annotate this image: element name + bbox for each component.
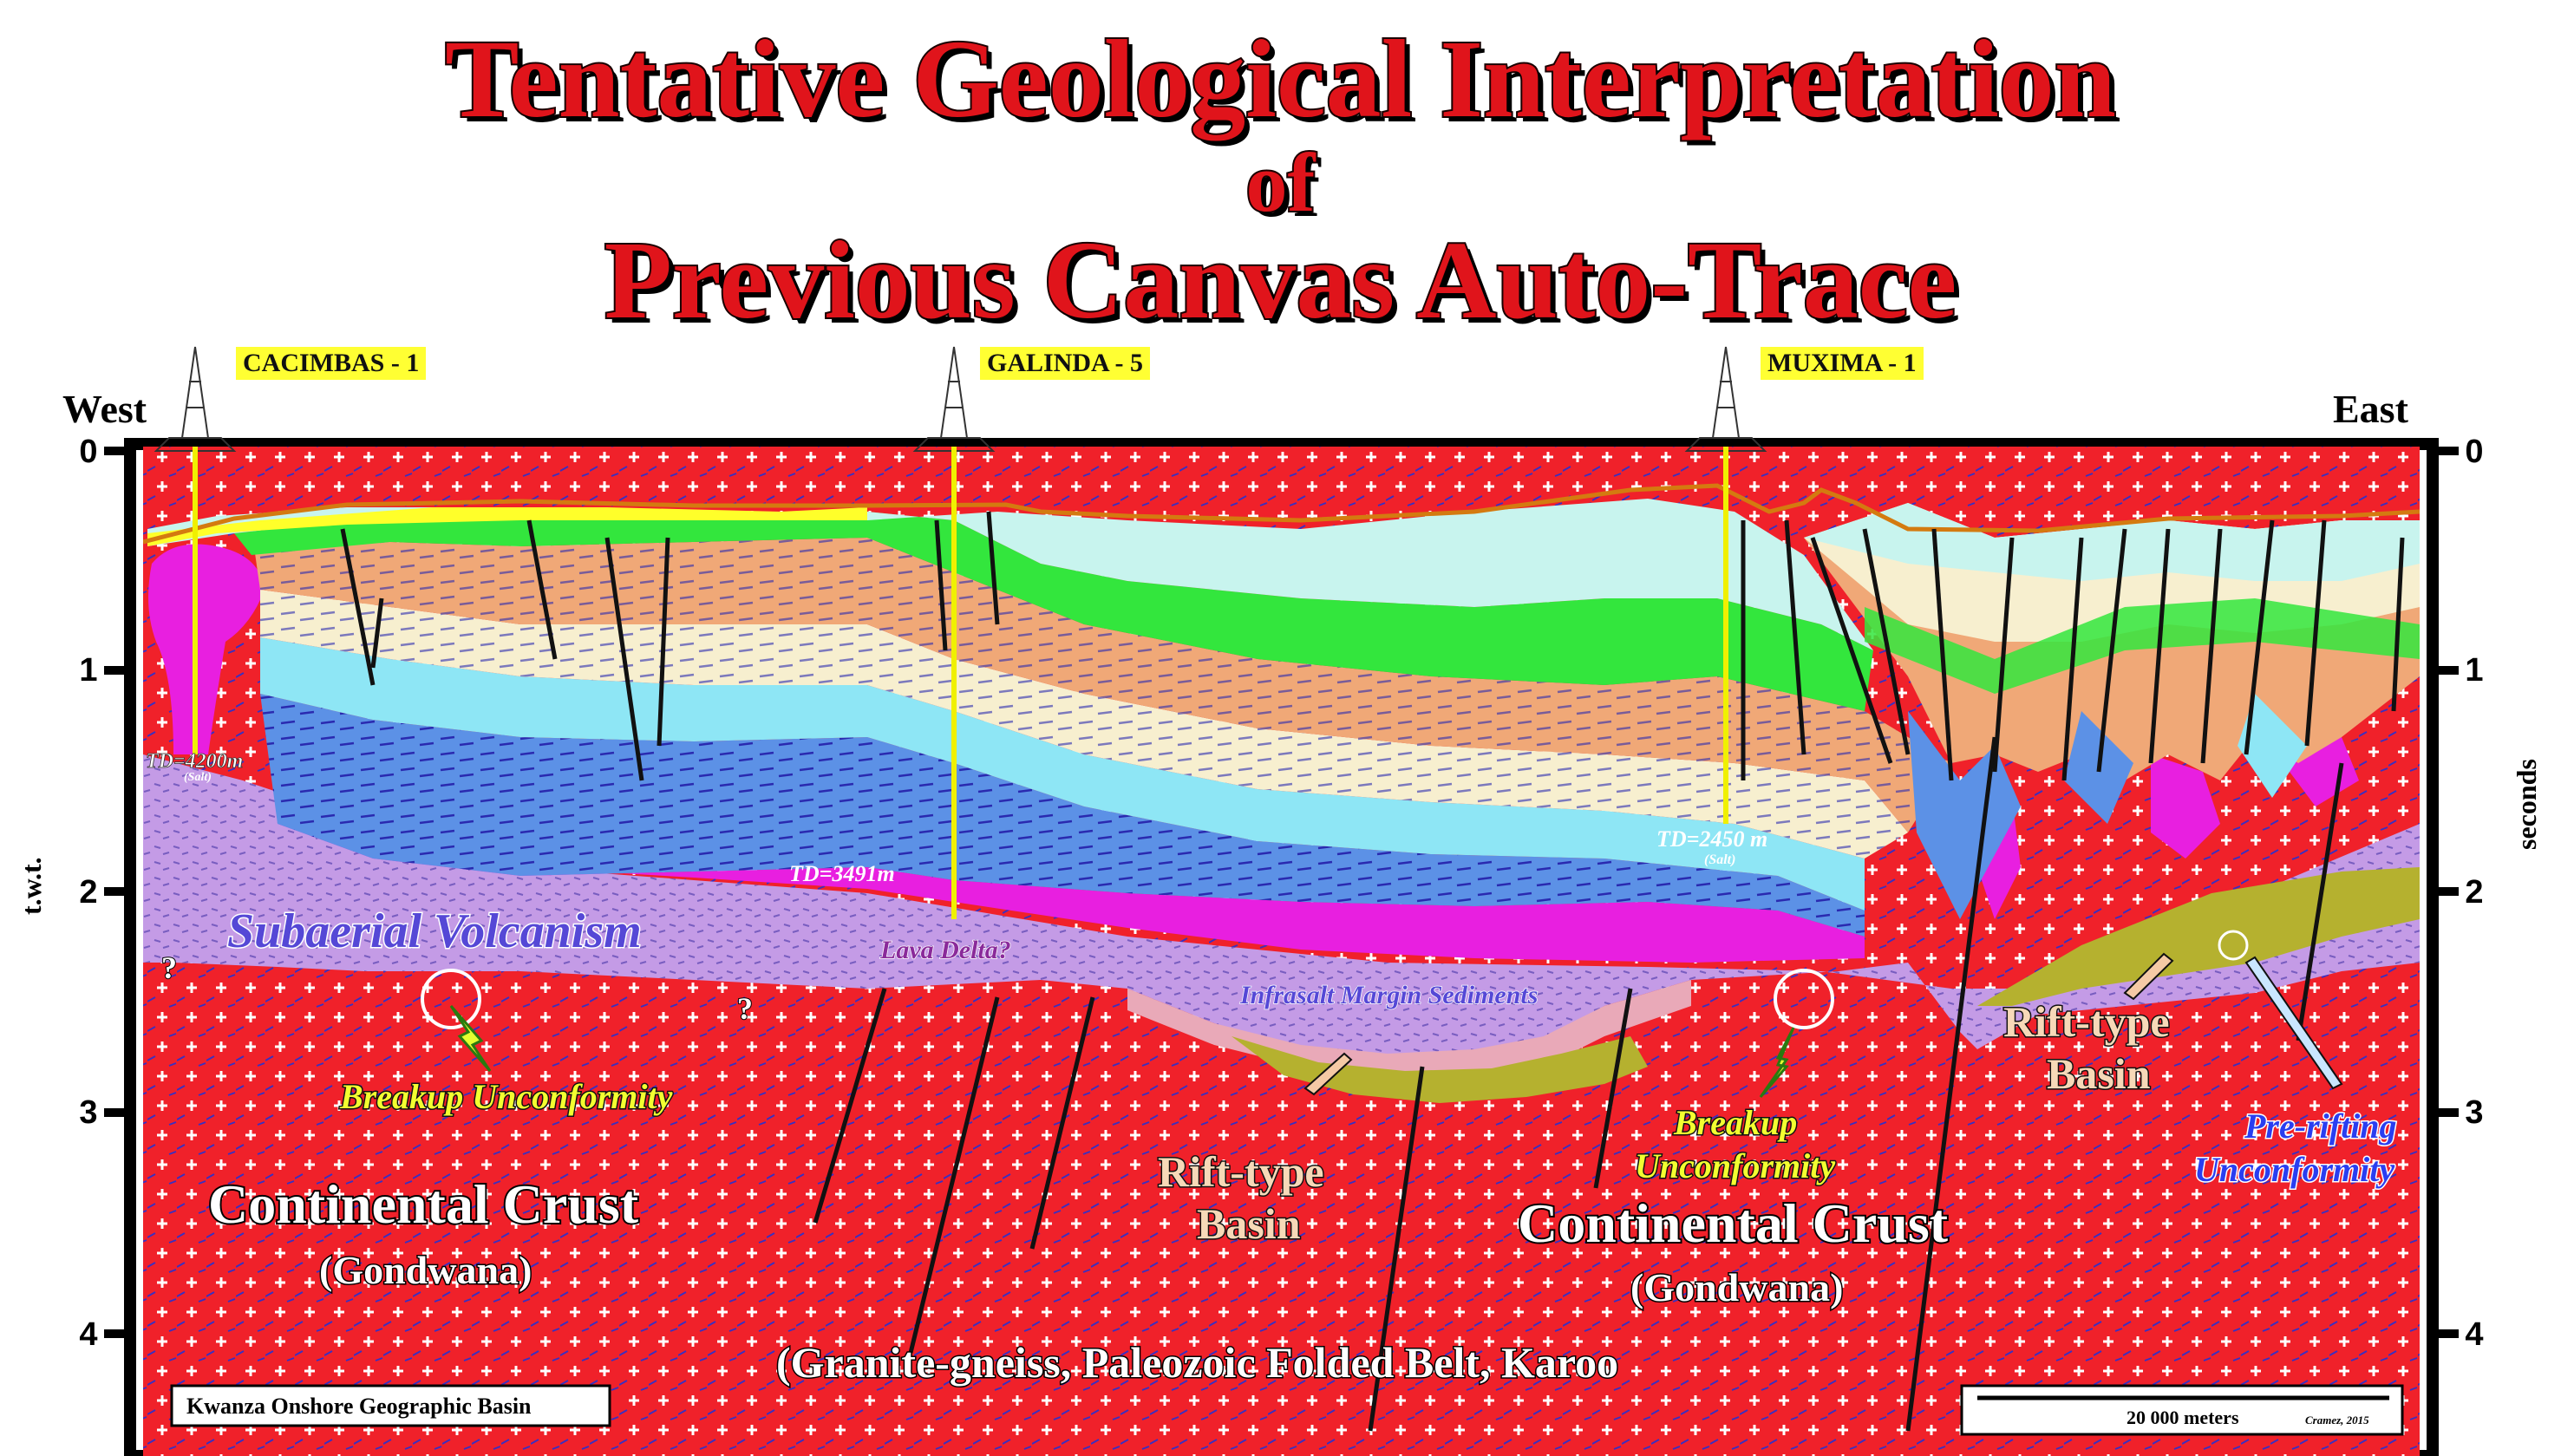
td-cacimbas: TD=4200m: [146, 750, 243, 773]
breakup-label-line1: Breakup: [1673, 1103, 1797, 1142]
question-mark: ?: [161, 950, 177, 985]
td-muxima-note: (Salt): [1704, 852, 1735, 867]
gondwana-label-west: (Gondwana): [319, 1248, 532, 1292]
question-mark: ?: [737, 991, 753, 1026]
credit-label: Cramez, 2015: [2305, 1414, 2369, 1427]
lava-delta-label: Lava Delta?: [879, 936, 1011, 964]
infrasalt-label: Infrasalt Margin Sediments: [1239, 981, 1538, 1009]
prerift-label-line2: Unconformity: [2194, 1150, 2394, 1189]
breakup-unconformity-west: Breakup Unconformity: [339, 1077, 673, 1116]
basin-name-label: Kwanza Onshore Geographic Basin: [186, 1394, 532, 1419]
rift-basin-east-line1: Rift-type: [2003, 997, 2170, 1046]
crust-label-west: Continental Crust: [208, 1173, 639, 1235]
geologic-cross-section: TD=4200m (Salt) TD=3491m TD=2450 m (Salt…: [104, 346, 2459, 1456]
gondwana-label-east: (Gondwana): [1630, 1265, 1843, 1309]
prerift-label-line1: Pre-rifting: [2244, 1107, 2397, 1146]
basement-label: (Granite-gneiss, Paleozoic Folded Belt, …: [776, 1338, 1618, 1387]
scale-label: 20 000 meters: [2127, 1407, 2239, 1428]
td-galinda: TD=3491m: [789, 861, 895, 886]
rift-basin-central-line1: Rift-type: [1158, 1147, 1324, 1196]
crust-label-east: Continental Crust: [1518, 1192, 1949, 1254]
rift-basin-central-line2: Basin: [1197, 1199, 1301, 1248]
subaerial-volcanism-label: Subaerial Volcanism: [227, 904, 642, 958]
td-cacimbas-note: (Salt): [184, 771, 212, 784]
rift-basin-east-line2: Basin: [2047, 1049, 2151, 1098]
breakup-label-line2: Unconformity: [1635, 1146, 1835, 1185]
td-muxima: TD=2450 m: [1656, 826, 1767, 852]
figure: Tentative Geological Interpretation of P…: [0, 0, 2561, 1456]
